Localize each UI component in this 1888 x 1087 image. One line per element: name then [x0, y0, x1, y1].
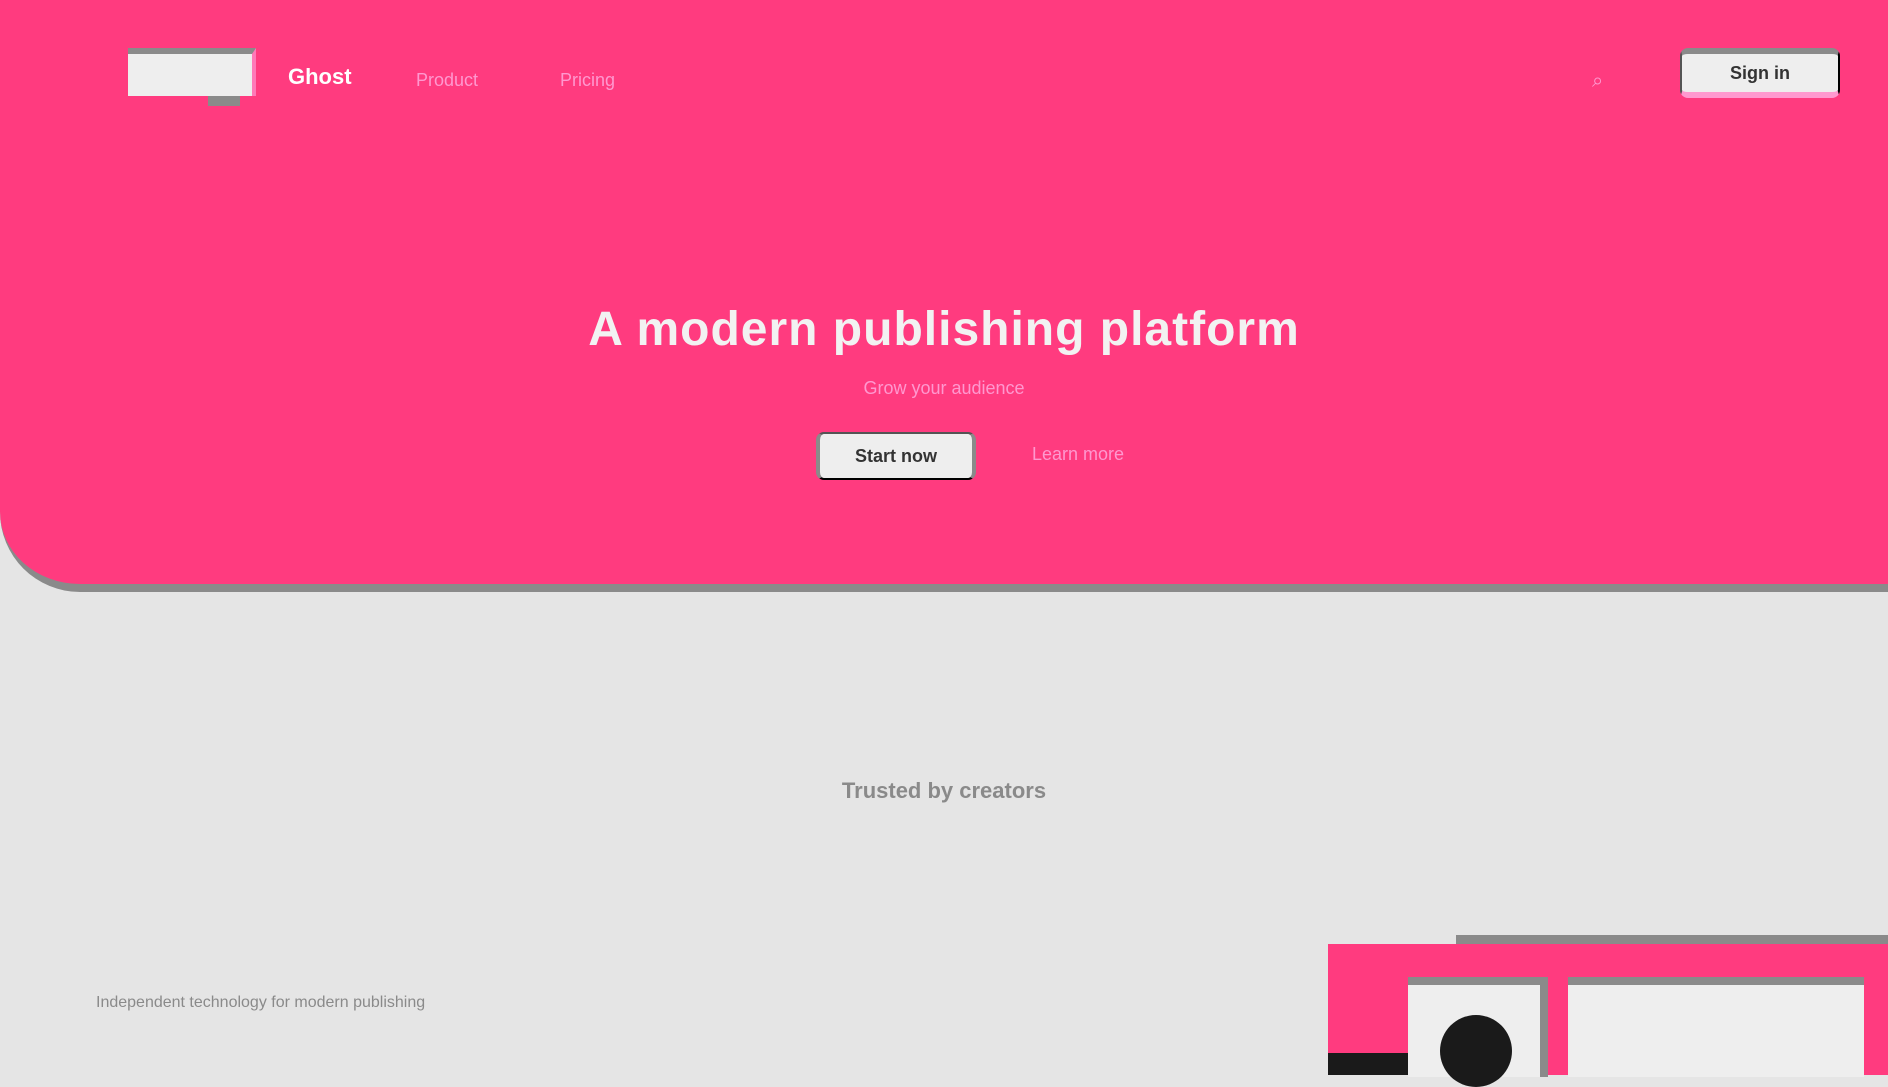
hero-subtitle: Grow your audience	[863, 378, 1025, 398]
hero-section: Ghost Product Pricing ⌕ Sign in A modern…	[0, 0, 1888, 592]
search-icon[interactable]: ⌕	[1592, 70, 1603, 93]
preview-panel	[1568, 977, 1864, 1077]
brand-name[interactable]: Ghost	[288, 64, 352, 90]
footer-note: Independent technology for modern publis…	[96, 994, 426, 1011]
section-heading: Trusted by creators	[841, 778, 1047, 804]
logo-mark	[208, 96, 240, 106]
start-button[interactable]: Start now	[816, 432, 976, 480]
preview-topbar	[1456, 935, 1888, 944]
product-preview	[1328, 935, 1888, 1087]
hero-actions: Start now Learn more	[816, 432, 1156, 482]
preview-bar	[1328, 1053, 1408, 1075]
signin-button[interactable]: Sign in	[1680, 48, 1840, 98]
logo[interactable]	[128, 48, 256, 96]
hero-title: A modern publishing platform	[588, 303, 1300, 357]
avatar	[1440, 1015, 1512, 1087]
nav-link-product[interactable]: Product	[416, 70, 478, 91]
learn-more-link[interactable]: Learn more	[1032, 444, 1124, 465]
nav-link-pricing[interactable]: Pricing	[560, 70, 615, 91]
top-navigation: Ghost Product Pricing ⌕ Sign in	[128, 48, 1840, 108]
